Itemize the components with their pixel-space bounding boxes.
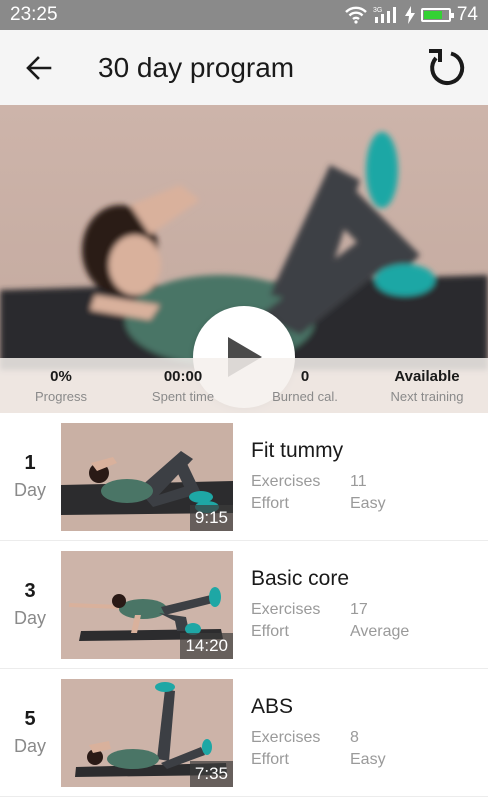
stat-spent-time: 00:00 Spent time: [122, 358, 244, 413]
workout-thumbnail[interactable]: 9:15: [61, 422, 233, 531]
stat-value: 00:00: [163, 367, 203, 385]
effort-label: Effort: [251, 750, 289, 768]
stat-next-training: Available Next training: [366, 358, 488, 413]
hero-video[interactable]: 0% Progress 00:00 Spent time 0 Burned ca…: [0, 105, 488, 413]
effort-value: Average: [350, 622, 410, 640]
app-bar: 30 day program: [0, 30, 488, 105]
list-item[interactable]: 3 Day 14:20 Basic core Exercises 17 Effo…: [0, 541, 488, 669]
day-label: Day: [13, 480, 46, 500]
list-item[interactable]: 5 Day 7:35 ABS Exercises 8 Effort Easy: [0, 669, 488, 797]
status-icons: 3G 74: [345, 4, 478, 26]
battery-fill: [423, 11, 442, 19]
workout-name: ABS: [251, 694, 294, 718]
status-time: 23:25: [10, 4, 58, 25]
charging-icon: [404, 6, 415, 24]
workout-name: Basic core: [251, 566, 350, 590]
exercises-label: Exercises: [251, 472, 321, 490]
effort-line: Effort Easy: [251, 493, 488, 515]
day-indicator: 1 Day: [0, 452, 60, 501]
day-label: Day: [13, 608, 46, 628]
effort-value: Easy: [350, 494, 386, 512]
exercises-line: Exercises 17: [251, 599, 488, 621]
workout-name: Fit tummy: [251, 438, 344, 462]
effort-line: Effort Average: [251, 621, 488, 643]
refresh-icon: [429, 48, 465, 85]
stat-value: Available: [394, 367, 460, 385]
stat-burned-calories: 0 Burned cal.: [244, 358, 366, 413]
duration-badge: 9:15: [189, 504, 233, 531]
stat-progress: 0% Progress: [0, 358, 122, 413]
workout-info: Fit tummy Exercises 11 Effort Easy: [251, 439, 488, 515]
refresh-button[interactable]: [422, 43, 472, 93]
network-type: 3G: [373, 7, 382, 14]
exercises-line: Exercises 11: [251, 471, 488, 493]
exercises-line: Exercises 8: [251, 727, 488, 749]
exercises-count: 8: [350, 728, 359, 746]
effort-label: Effort: [251, 494, 289, 512]
stat-value: 0%: [50, 367, 72, 385]
wifi-icon: [345, 6, 367, 24]
duration-badge: 7:35: [189, 760, 233, 787]
battery-icon: [420, 8, 454, 22]
stat-label: Burned cal.: [272, 388, 338, 404]
battery-level: 74: [456, 4, 478, 25]
stat-label: Progress: [34, 388, 88, 404]
program-list: 1 Day 9:15 Fit tummy Exercises 11 Effort…: [0, 413, 488, 797]
exercises-count: 17: [350, 600, 368, 618]
back-button[interactable]: [14, 43, 64, 93]
workout-thumbnail[interactable]: 14:20: [61, 550, 233, 659]
stats-bar: 0% Progress 00:00 Spent time 0 Burned ca…: [0, 358, 488, 413]
cell-signal-icon: 3G: [373, 7, 396, 23]
list-item[interactable]: 1 Day 9:15 Fit tummy Exercises 11 Effort…: [0, 413, 488, 541]
day-label: Day: [13, 736, 46, 756]
day-number: 1: [24, 452, 36, 474]
status-bar: 23:25 3G 74: [0, 0, 488, 30]
effort-line: Effort Easy: [251, 749, 488, 771]
workout-info: Basic core Exercises 17 Effort Average: [251, 567, 488, 643]
workout-info: ABS Exercises 8 Effort Easy: [251, 695, 488, 771]
exercises-label: Exercises: [251, 600, 321, 618]
exercises-count: 11: [350, 472, 367, 490]
arrow-left-icon: [26, 55, 52, 80]
effort-label: Effort: [251, 622, 289, 640]
day-indicator: 5 Day: [0, 708, 60, 757]
stat-label: Spent time: [151, 388, 215, 404]
exercises-label: Exercises: [251, 728, 321, 746]
page-title: 30 day program: [98, 51, 295, 83]
day-number: 3: [24, 580, 36, 602]
stat-label: Next training: [390, 388, 464, 404]
workout-thumbnail[interactable]: 7:35: [61, 678, 233, 787]
duration-badge: 14:20: [180, 632, 233, 659]
day-number: 5: [24, 708, 36, 730]
effort-value: Easy: [350, 750, 386, 768]
stat-value: 0: [300, 367, 310, 385]
day-indicator: 3 Day: [0, 580, 60, 629]
